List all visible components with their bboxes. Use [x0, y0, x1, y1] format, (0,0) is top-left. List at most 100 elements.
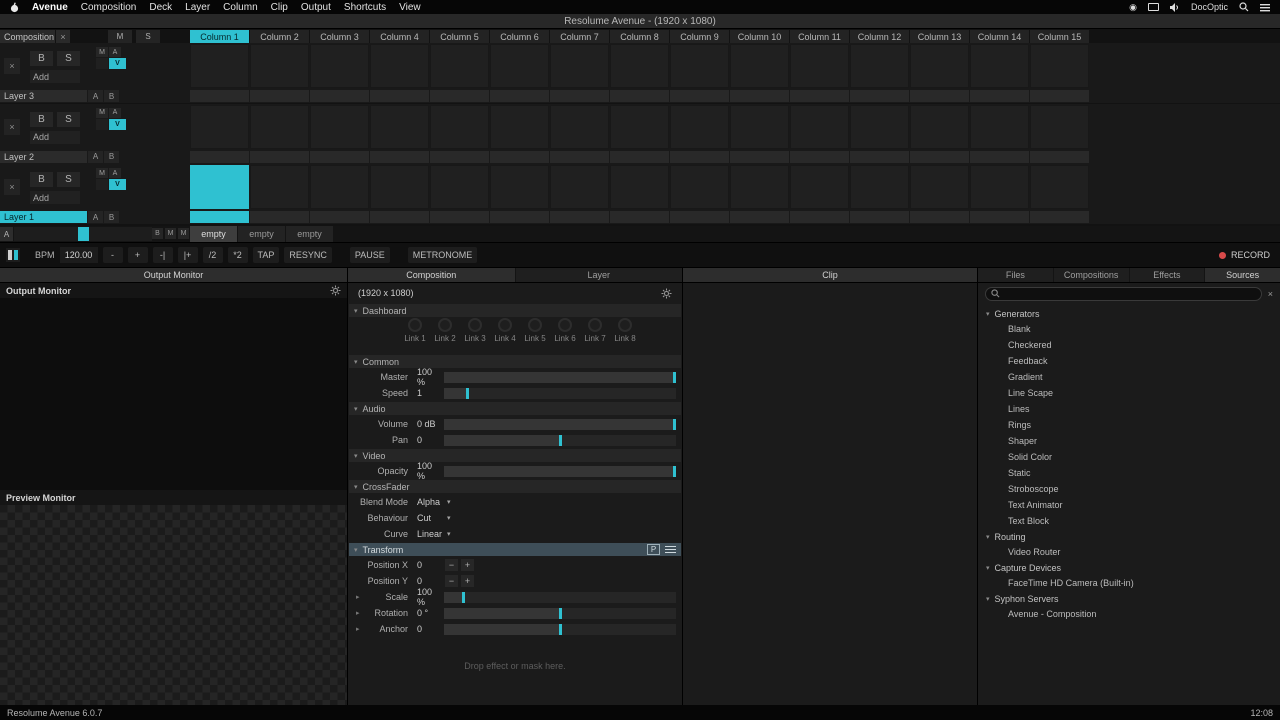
- deck-tab-3[interactable]: empty: [286, 226, 333, 242]
- column-header-14[interactable]: Column 14: [970, 30, 1029, 43]
- decrement-button[interactable]: −: [445, 575, 458, 587]
- menubar-item-composition[interactable]: Composition: [81, 2, 137, 13]
- link-knob[interactable]: [618, 318, 632, 332]
- clip-cell[interactable]: [490, 165, 549, 209]
- spotlight-search-icon[interactable]: [1239, 2, 1249, 12]
- section-header-audio[interactable]: ▾ Audio: [349, 402, 681, 415]
- tree-item-video-router[interactable]: Video Router: [978, 544, 1280, 560]
- expand-triangle-icon[interactable]: ▸: [356, 593, 360, 601]
- menubar-item-deck[interactable]: Deck: [149, 2, 172, 13]
- transport-button-[interactable]: -|: [152, 247, 173, 263]
- clip-cell[interactable]: [550, 165, 609, 209]
- clip-name-strip[interactable]: [790, 211, 849, 223]
- slider-handle[interactable]: [559, 623, 562, 635]
- clip-name-strip[interactable]: [790, 150, 849, 163]
- param-value[interactable]: Linear: [408, 529, 442, 539]
- tree-item-text-animator[interactable]: Text Animator: [978, 497, 1280, 513]
- clip-name-strip[interactable]: [910, 150, 969, 163]
- clip-name-strip[interactable]: [730, 150, 789, 163]
- layer-video-button[interactable]: V: [109, 179, 126, 190]
- clip-name-strip[interactable]: [190, 90, 249, 102]
- param-slider[interactable]: [444, 371, 676, 383]
- search-close-button[interactable]: ×: [1268, 289, 1273, 299]
- layer-solo-button[interactable]: S: [57, 172, 80, 187]
- tab-composition[interactable]: Composition: [348, 268, 516, 282]
- clip-cell[interactable]: [370, 44, 429, 88]
- slider-handle[interactable]: [559, 434, 562, 446]
- window-titlebar[interactable]: Resolume Avenue - (1920 x 1080): [0, 14, 1280, 29]
- dropdown-arrow-icon[interactable]: ▾: [447, 530, 451, 538]
- section-header-dashboard[interactable]: ▾ Dashboard: [349, 304, 681, 317]
- clip-name-strip[interactable]: [850, 150, 909, 163]
- clip-cell[interactable]: [190, 44, 249, 88]
- param-value[interactable]: 0: [408, 576, 442, 586]
- slider-handle[interactable]: [466, 387, 470, 399]
- crossfader-a-label[interactable]: A: [0, 227, 13, 241]
- metronome-button[interactable]: METRONOME: [407, 247, 478, 263]
- clip-cell[interactable]: [190, 165, 249, 209]
- clip-name-strip[interactable]: [730, 90, 789, 102]
- column-header-4[interactable]: Column 4: [370, 30, 429, 43]
- clip-name-strip[interactable]: [310, 90, 369, 102]
- clip-cell[interactable]: [910, 44, 969, 88]
- transport-button-2[interactable]: /2: [202, 247, 223, 263]
- clip-name-strip[interactable]: [190, 211, 249, 223]
- param-value[interactable]: 0: [408, 624, 442, 634]
- clip-cell[interactable]: [550, 104, 609, 149]
- clip-name-strip[interactable]: [430, 150, 489, 163]
- clip-name-strip[interactable]: [610, 150, 669, 163]
- layer-crossfade-b-button[interactable]: B: [104, 90, 119, 102]
- crossfader-handle[interactable]: [78, 227, 89, 241]
- clip-cell[interactable]: [1030, 44, 1089, 88]
- menubar-item-output[interactable]: Output: [301, 2, 331, 13]
- clip-cell[interactable]: [250, 165, 309, 209]
- clip-cell[interactable]: [430, 44, 489, 88]
- tree-item-static[interactable]: Static: [978, 465, 1280, 481]
- tab-layer[interactable]: Layer: [515, 268, 682, 282]
- tree-item-feedback[interactable]: Feedback: [978, 353, 1280, 369]
- clip-name-strip[interactable]: [610, 211, 669, 223]
- clip-cell[interactable]: [790, 104, 849, 149]
- clip-cell[interactable]: [250, 44, 309, 88]
- clip-cell[interactable]: [970, 165, 1029, 209]
- layer-autopilot-button[interactable]: A: [109, 107, 121, 118]
- dropdown-arrow-icon[interactable]: ▾: [447, 498, 451, 506]
- section-header-video[interactable]: ▾ Video: [349, 449, 681, 462]
- clip-name-strip[interactable]: [250, 211, 309, 223]
- layer-autopilot-button[interactable]: A: [109, 47, 121, 57]
- slider-handle[interactable]: [673, 371, 676, 383]
- clip-cell[interactable]: [610, 104, 669, 149]
- column-header-2[interactable]: Column 2: [250, 30, 309, 43]
- layer-master-button[interactable]: M: [96, 168, 108, 178]
- clip-name-strip[interactable]: [610, 90, 669, 102]
- clip-cell[interactable]: [370, 165, 429, 209]
- clip-cell[interactable]: [970, 104, 1029, 149]
- transport-button-[interactable]: |+: [177, 247, 198, 263]
- clip-cell[interactable]: [790, 44, 849, 88]
- layer-autopilot-button[interactable]: A: [109, 168, 121, 178]
- increment-button[interactable]: +: [461, 575, 474, 587]
- column-header-7[interactable]: Column 7: [550, 30, 609, 43]
- tree-item-text-block[interactable]: Text Block: [978, 513, 1280, 529]
- layer-video-button[interactable]: V: [109, 58, 126, 69]
- clip-name-strip[interactable]: [790, 90, 849, 102]
- clip-cell[interactable]: [310, 44, 369, 88]
- layer-name[interactable]: Layer 1: [0, 211, 87, 223]
- clip-name-strip[interactable]: [910, 211, 969, 223]
- deck-tab-1[interactable]: empty: [190, 226, 237, 242]
- clip-cell[interactable]: [850, 165, 909, 209]
- layer-name[interactable]: Layer 3: [0, 90, 87, 102]
- composition-close-button[interactable]: ×: [56, 30, 70, 43]
- search-box[interactable]: [985, 286, 1262, 301]
- tab-clip[interactable]: Clip: [683, 268, 977, 282]
- clip-name-strip[interactable]: [370, 211, 429, 223]
- master-m-button[interactable]: M: [108, 30, 132, 43]
- clip-cell[interactable]: [730, 165, 789, 209]
- column-header-13[interactable]: Column 13: [910, 30, 969, 43]
- column-header-9[interactable]: Column 9: [670, 30, 729, 43]
- pause-button[interactable]: PAUSE: [349, 247, 390, 263]
- column-header-6[interactable]: Column 6: [490, 30, 549, 43]
- deck-indicator-icon[interactable]: [6, 248, 20, 262]
- clip-name-strip[interactable]: [850, 90, 909, 102]
- param-value[interactable]: 0: [408, 435, 442, 445]
